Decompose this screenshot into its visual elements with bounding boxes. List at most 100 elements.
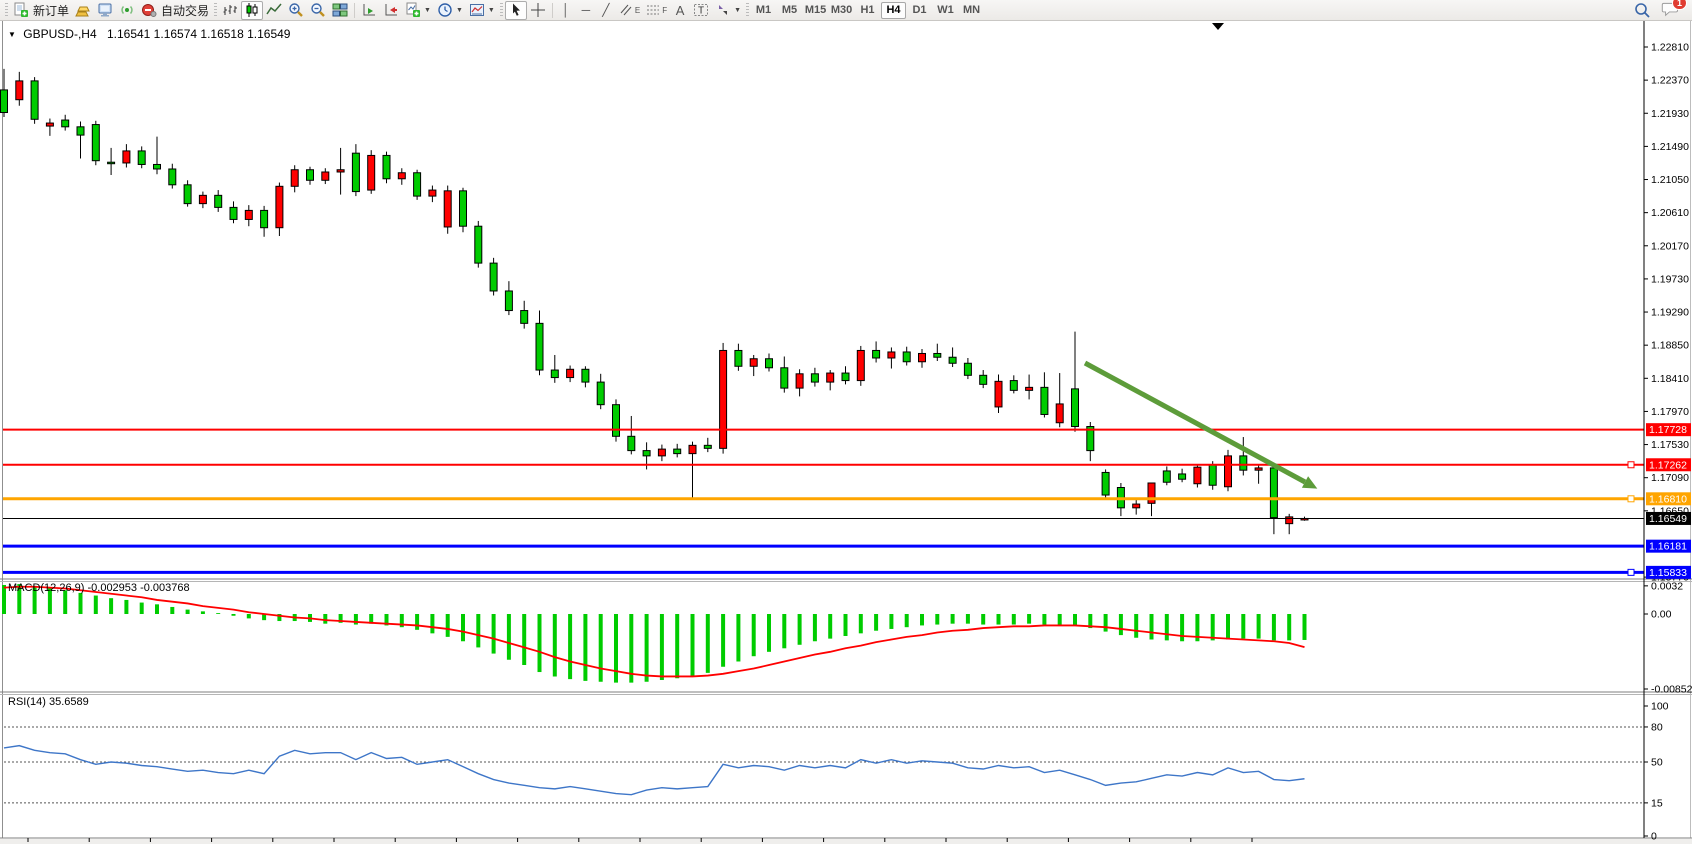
- timeframe-MN[interactable]: MN: [959, 2, 984, 19]
- toolbar-grip[interactable]: [500, 3, 503, 18]
- notifications-button[interactable]: 1: [1661, 1, 1679, 20]
- rsi-axis-label: 0: [1651, 831, 1657, 843]
- text-tool-button[interactable]: A: [670, 1, 690, 20]
- periods-button[interactable]: ▼: [434, 1, 466, 20]
- bar-chart-button[interactable]: [219, 1, 241, 20]
- toolbar-grip[interactable]: [746, 3, 749, 18]
- candle-bear: [582, 369, 589, 382]
- toolbar-separator: [354, 3, 355, 18]
- tile-windows-button[interactable]: [329, 1, 351, 20]
- trendline-tool-button[interactable]: ╱: [596, 1, 616, 20]
- price-tick-label: 1.22810: [1651, 42, 1689, 54]
- channel-tool-button[interactable]: E: [616, 1, 643, 20]
- one-click-trading-toggle-icon[interactable]: ▼: [8, 30, 16, 39]
- new-order-label: 新订单: [33, 2, 69, 19]
- candle-bear: [1179, 474, 1186, 479]
- terminal-button[interactable]: [94, 1, 116, 20]
- candle-bull: [123, 151, 130, 163]
- candle-bull: [46, 123, 53, 126]
- candle-bear: [628, 436, 635, 450]
- zoom-in-button[interactable]: [285, 1, 307, 20]
- text-label-icon: T: [693, 2, 709, 18]
- template-icon: [469, 2, 485, 18]
- candle-bear: [597, 382, 604, 405]
- chart-shift-icon: [383, 2, 399, 18]
- candle-bear: [230, 207, 237, 219]
- new-order-button[interactable]: 新订单: [10, 1, 72, 20]
- candle-bear: [138, 151, 145, 165]
- timeframe-M5[interactable]: M5: [777, 2, 802, 19]
- gold-bar-icon: [75, 2, 91, 18]
- candle-bull: [888, 352, 895, 358]
- horizontal-line-tool-button[interactable]: ─: [576, 1, 596, 20]
- candle-bear: [1209, 465, 1216, 485]
- timeframe-M15[interactable]: M15: [803, 2, 828, 19]
- vertical-line-tool-button[interactable]: │: [556, 1, 576, 20]
- timeframe-M1[interactable]: M1: [751, 2, 776, 19]
- candle-bear: [414, 173, 421, 196]
- tile-windows-icon: [332, 2, 348, 18]
- candle-bear: [949, 357, 956, 363]
- candle-bull: [750, 359, 757, 367]
- hline-handle[interactable]: [1628, 569, 1634, 575]
- search-icon[interactable]: [1634, 2, 1651, 19]
- line-chart-button[interactable]: [263, 1, 285, 20]
- market-depth-button[interactable]: [72, 1, 94, 20]
- timeframe-D1[interactable]: D1: [907, 2, 932, 19]
- candle-bear: [31, 81, 38, 119]
- chart-canvas[interactable]: 1.228101.223701.219301.214901.210501.206…: [0, 21, 1692, 844]
- auto-scroll-button[interactable]: [358, 1, 380, 20]
- arrows-icon: [715, 2, 731, 18]
- terminal-icon: [97, 2, 113, 18]
- chevron-down-icon[interactable]: ▼: [456, 7, 463, 14]
- candle-bear: [521, 311, 528, 324]
- toolbar-grip[interactable]: [214, 3, 217, 18]
- fibonacci-tool-button[interactable]: F: [643, 1, 670, 20]
- candle-bear: [1240, 456, 1247, 470]
- candle-bear: [934, 353, 941, 357]
- price-badge-label: 1.16181: [1649, 541, 1687, 553]
- rsi-axis-label: 100: [1651, 701, 1669, 713]
- vertical-line-icon: │: [562, 3, 570, 17]
- auto-trading-button[interactable]: 自动交易: [138, 1, 212, 20]
- auto-trading-label: 自动交易: [161, 2, 209, 19]
- hline-handle[interactable]: [1628, 496, 1634, 502]
- candle-bear: [383, 155, 390, 178]
- zoom-out-button[interactable]: [307, 1, 329, 20]
- signals-button[interactable]: [116, 1, 138, 20]
- candle-bear: [154, 164, 161, 169]
- timeframe-M30[interactable]: M30: [829, 2, 854, 19]
- new-chart-button[interactable]: ▼: [402, 1, 434, 20]
- timeframe-H1[interactable]: H1: [855, 2, 880, 19]
- candlestick-chart-button[interactable]: [241, 1, 263, 20]
- zoom-out-icon: [310, 2, 326, 18]
- candle-bull: [919, 353, 926, 361]
- text-label-tool-button[interactable]: T: [690, 1, 712, 20]
- candle-bull: [658, 449, 665, 456]
- toolbar-grip[interactable]: [5, 3, 8, 18]
- timeframe-H4[interactable]: H4: [881, 2, 906, 19]
- chevron-down-icon[interactable]: ▼: [488, 7, 495, 14]
- arrows-tool-button[interactable]: ▼: [712, 1, 744, 20]
- candle-bear: [704, 445, 711, 448]
- candle-bear: [842, 373, 849, 381]
- chart-shift-button[interactable]: [380, 1, 402, 20]
- hline-handle[interactable]: [1628, 462, 1634, 468]
- chevron-down-icon[interactable]: ▼: [424, 7, 431, 14]
- timeframe-W1[interactable]: W1: [933, 2, 958, 19]
- chart-ohlc-values: 1.16541 1.16574 1.16518 1.16549: [107, 27, 291, 41]
- new-order-icon: [13, 2, 29, 18]
- signal-icon: [119, 2, 135, 18]
- chevron-down-icon[interactable]: ▼: [734, 7, 741, 14]
- cursor-tool-button[interactable]: [505, 1, 527, 20]
- price-tick-label: 1.19290: [1651, 307, 1689, 319]
- candle-bull: [1255, 468, 1262, 470]
- fibonacci-letter: F: [662, 6, 667, 15]
- candle-bull: [398, 173, 405, 179]
- chart-window: 1.228101.223701.219301.214901.210501.206…: [0, 21, 1692, 844]
- price-tick-label: 1.20610: [1651, 207, 1689, 219]
- candle-bull: [1133, 504, 1140, 508]
- price-badge-label: 1.17262: [1649, 459, 1687, 471]
- templates-button[interactable]: ▼: [466, 1, 498, 20]
- crosshair-tool-button[interactable]: [527, 1, 549, 20]
